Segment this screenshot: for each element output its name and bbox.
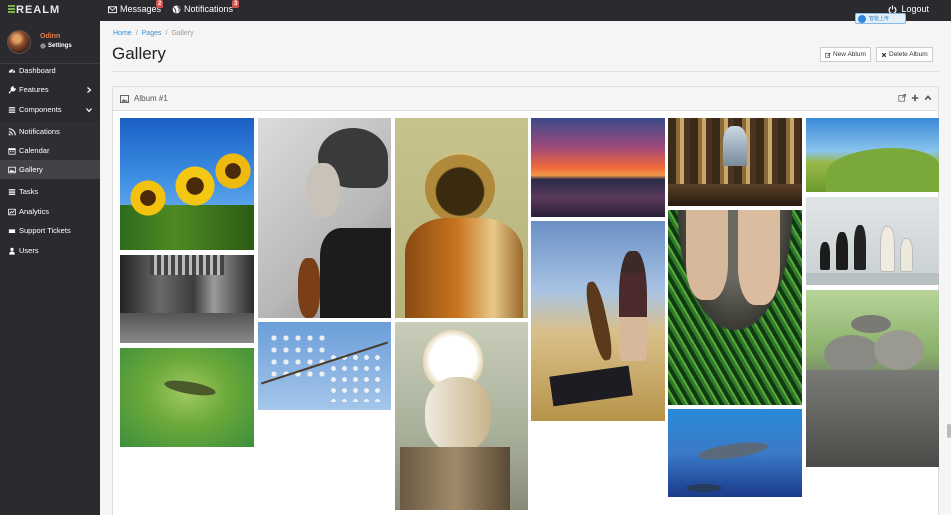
sidebar-item-gallery[interactable]: Gallery	[0, 160, 100, 179]
photo-astronaut[interactable]	[395, 118, 528, 318]
sidebar-item-support-tickets[interactable]: Support Tickets	[0, 221, 100, 240]
photo-abandoned-corridor[interactable]	[120, 255, 254, 343]
wrench-icon	[8, 85, 16, 94]
picture-icon	[120, 94, 129, 103]
gear-icon	[40, 43, 46, 49]
photo-barn-owl[interactable]	[395, 322, 528, 510]
breadcrumb: Home / Pages / Gallery	[113, 30, 194, 37]
sidebar-item-label: Gallery	[19, 165, 43, 174]
envelope-icon	[108, 5, 117, 13]
picture-icon	[8, 166, 16, 173]
brand-text: REALM	[16, 4, 61, 16]
photo-cherry-blossoms[interactable]	[258, 322, 391, 410]
sidebar-item-label: Notifications	[19, 127, 60, 136]
sidebar-item-features[interactable]: Features	[0, 80, 100, 99]
sidebar-item-dashboard[interactable]: Dashboard	[0, 61, 100, 80]
photo-sunflowers[interactable]	[120, 118, 254, 250]
photo-stacked-stones[interactable]	[806, 290, 939, 467]
album-panel-tools	[898, 94, 932, 102]
add-photo-button[interactable]	[911, 94, 919, 102]
sidebar-item-users[interactable]: Users	[0, 241, 100, 260]
logout-label: Logout	[901, 4, 929, 14]
page-title: Gallery	[112, 44, 166, 63]
chart-icon	[8, 208, 16, 215]
sidebar-item-tasks[interactable]: Tasks	[0, 182, 100, 201]
user-box: Odinn Settings	[0, 21, 100, 63]
avatar[interactable]	[7, 30, 31, 54]
album-title-text: Album #1	[134, 94, 168, 103]
header-divider	[112, 71, 939, 72]
calendar-icon	[8, 147, 16, 155]
photo-girl-guitar-field[interactable]	[531, 221, 665, 421]
sidebar-item-analytics[interactable]: Analytics	[0, 202, 100, 221]
sidebar-item-label: Support Tickets	[19, 226, 71, 235]
album-title: Album #1	[120, 94, 168, 103]
edit-icon	[825, 52, 831, 58]
ticket-icon	[8, 228, 16, 233]
upload-assistant-label: 智能上传	[869, 16, 890, 22]
page-scrollbar[interactable]	[947, 424, 951, 438]
breadcrumb-current: Gallery	[171, 30, 194, 37]
photo-green-hills[interactable]	[806, 118, 939, 192]
sidebar-item-label: Components	[19, 105, 62, 114]
user-settings-link[interactable]: Settings	[40, 43, 72, 49]
sidebar-item-label: Features	[19, 85, 49, 94]
messages-menu[interactable]: Messages 2	[108, 0, 164, 14]
new-album-button[interactable]: New Ablum	[820, 47, 871, 62]
photo-green-island[interactable]	[120, 348, 254, 447]
chevron-up-icon	[924, 95, 932, 101]
user-name[interactable]: Odinn	[40, 33, 60, 40]
collapse-button[interactable]	[924, 94, 932, 102]
breadcrumb-separator: /	[135, 30, 138, 37]
new-album-label: New Ablum	[833, 51, 866, 58]
photo-sunset-lake[interactable]	[531, 118, 665, 217]
sidebar-item-label: Users	[19, 246, 39, 255]
notifications-menu[interactable]: Notifications 3	[172, 0, 240, 14]
list-icon	[8, 106, 16, 113]
breadcrumb-pages[interactable]: Pages	[142, 30, 162, 37]
sidebar-item-calendar[interactable]: Calendar	[0, 141, 100, 160]
user-settings-label: Settings	[48, 43, 72, 49]
messages-label: Messages	[120, 4, 162, 14]
messages-badge: 2	[156, 0, 164, 8]
sidebar-item-components[interactable]: Components	[0, 100, 100, 119]
sidebar: Odinn Settings Dashboard Features Compon…	[0, 21, 100, 515]
sidebar-item-label: Analytics	[19, 207, 50, 216]
sidebar-item-label: Dashboard	[19, 66, 56, 75]
notifications-badge: 3	[232, 0, 240, 8]
photo-woman-violin[interactable]	[258, 118, 391, 318]
photo-sharks-underwater[interactable]	[668, 409, 802, 497]
user-icon	[9, 247, 15, 255]
cloud-icon	[858, 14, 866, 23]
external-link-icon	[898, 94, 906, 102]
chevron-down-icon	[86, 107, 92, 112]
breadcrumb-separator: /	[165, 30, 168, 37]
dashboard-icon	[8, 68, 16, 73]
breadcrumb-home[interactable]: Home	[113, 30, 132, 37]
album-panel-header: Album #1	[113, 87, 938, 111]
photo-bare-feet-grass[interactable]	[668, 210, 802, 405]
globe-icon	[172, 5, 181, 13]
logo-bars-icon	[8, 5, 15, 14]
delete-album-button[interactable]: Delete Album	[876, 47, 933, 62]
chevron-right-icon	[87, 86, 92, 93]
close-icon	[881, 52, 887, 57]
top-navbar: REALM Messages 2 Notifications 3 Logout	[0, 0, 951, 21]
open-external-button[interactable]	[898, 94, 906, 102]
brand-logo[interactable]: REALM	[8, 4, 60, 16]
delete-album-label: Delete Album	[889, 51, 928, 58]
sidebar-item-notifications[interactable]: Notifications	[0, 122, 100, 141]
photo-cathedral-interior[interactable]	[668, 118, 802, 206]
tasks-icon	[8, 188, 16, 195]
notifications-label: Notifications	[184, 4, 234, 14]
sidebar-item-label: Calendar	[19, 146, 50, 155]
sidebar-item-label: Tasks	[19, 187, 39, 196]
upload-assistant-tag[interactable]: 智能上传	[855, 13, 906, 24]
plus-icon	[911, 94, 919, 102]
photo-chess-pieces[interactable]	[806, 197, 939, 285]
rss-icon	[8, 127, 16, 135]
